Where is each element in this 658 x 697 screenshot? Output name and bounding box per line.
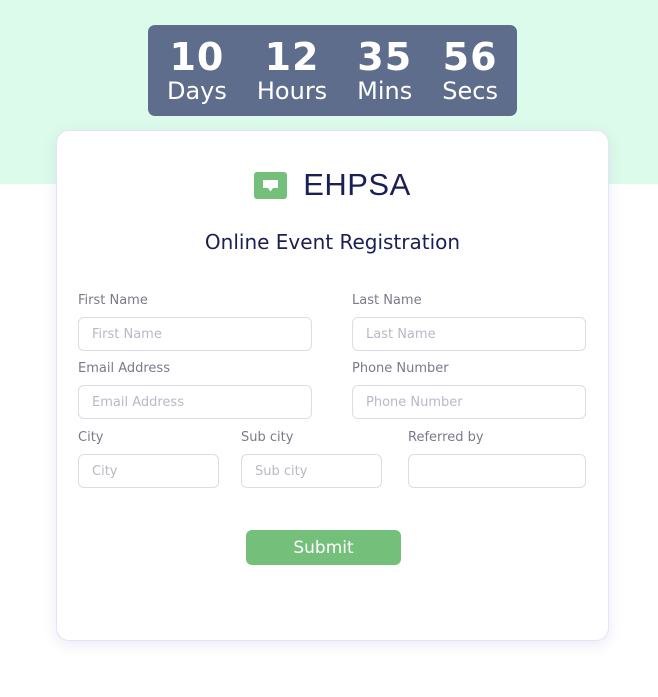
- city-label: City: [78, 430, 104, 445]
- countdown-hours: 12 Hours: [257, 38, 327, 103]
- countdown-hours-label: Hours: [256, 77, 328, 105]
- email-input[interactable]: [78, 385, 312, 419]
- first-name-field: First Name: [78, 293, 312, 351]
- message-icon: [254, 171, 288, 199]
- phone-input[interactable]: [352, 385, 586, 419]
- sub-city-label: Sub city: [241, 430, 294, 445]
- phone-label: Phone Number: [352, 361, 449, 376]
- submit-button[interactable]: Submit: [246, 530, 401, 565]
- last-name-label: Last Name: [352, 293, 422, 308]
- referred-by-field: Referred by: [408, 430, 586, 488]
- last-name-field: Last Name: [352, 293, 586, 351]
- countdown-secs-value: 56: [442, 35, 498, 79]
- sub-city-field: Sub city: [241, 430, 382, 488]
- registration-card: EHPSA Online Event Registration First Na…: [57, 131, 608, 640]
- sub-city-input[interactable]: [241, 454, 382, 488]
- countdown-mins-value: 35: [357, 35, 413, 79]
- referred-by-label: Referred by: [408, 430, 484, 445]
- referred-by-input[interactable]: [408, 454, 586, 488]
- city-input[interactable]: [78, 454, 219, 488]
- countdown-mins-label: Mins: [357, 77, 413, 105]
- countdown-days-label: Days: [166, 77, 227, 105]
- phone-field: Phone Number: [352, 361, 586, 419]
- countdown-hours-value: 12: [264, 35, 320, 79]
- countdown-secs-label: Secs: [442, 77, 498, 105]
- countdown-timer: 10 Days 12 Hours 35 Mins 56 Secs: [148, 25, 517, 116]
- city-field: City: [78, 430, 219, 488]
- brand-logo: EHPSA: [57, 167, 608, 203]
- countdown-days-value: 10: [169, 35, 225, 79]
- countdown-days: 10 Days: [167, 38, 227, 103]
- countdown-secs: 56 Secs: [442, 38, 498, 103]
- first-name-label: First Name: [78, 293, 148, 308]
- form-title: Online Event Registration: [204, 230, 461, 254]
- brand-name: EHPSA: [303, 167, 411, 202]
- last-name-input[interactable]: [352, 317, 586, 351]
- email-label: Email Address: [78, 361, 170, 376]
- email-field: Email Address: [78, 361, 312, 419]
- countdown-mins: 35 Mins: [357, 38, 412, 103]
- first-name-input[interactable]: [78, 317, 312, 351]
